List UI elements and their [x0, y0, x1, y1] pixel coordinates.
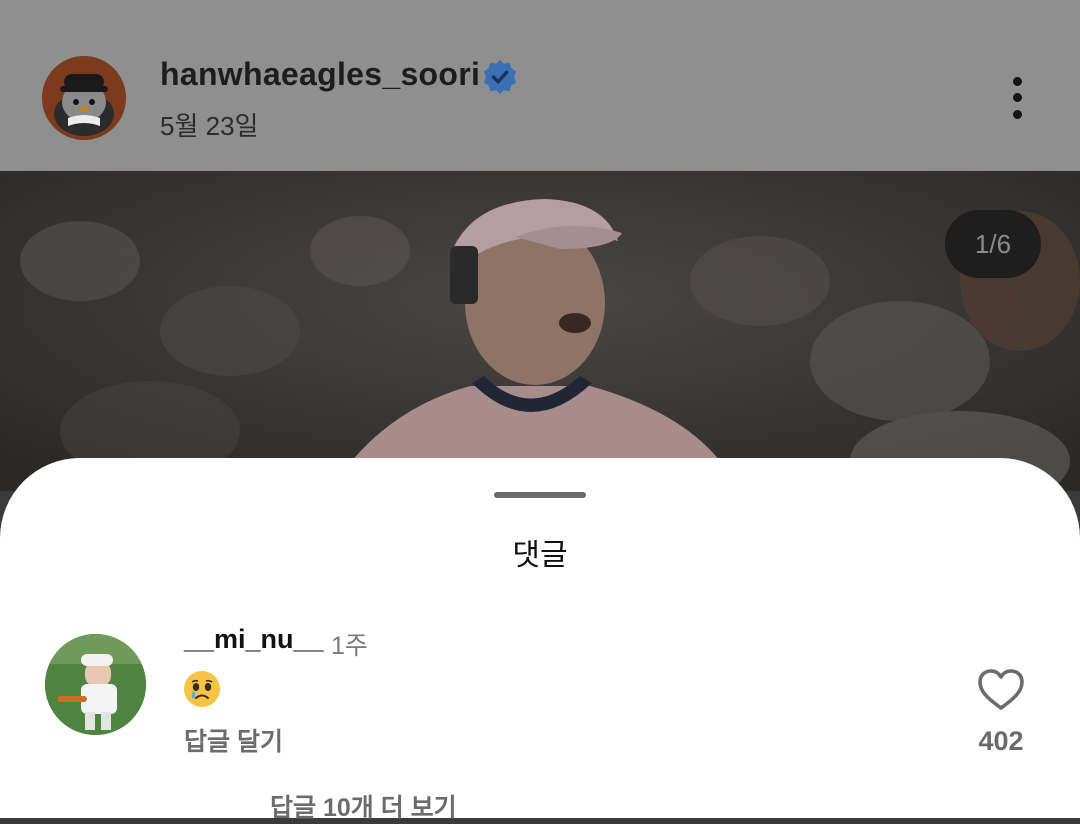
post-photo[interactable] — [0, 171, 1080, 491]
like-count: 402 — [978, 726, 1024, 756]
post-date: 5월 23일 — [160, 111, 259, 141]
comments-sheet: 댓글 __mi_nu__ 1주 답글 달기 402 답글 10개 더 보기 — [0, 458, 1080, 822]
image-counter: 1/6 — [945, 210, 1041, 278]
drag-handle[interactable] — [494, 492, 586, 498]
reply-button[interactable]: 답글 달기 — [184, 722, 283, 758]
profile-avatar[interactable] — [42, 56, 126, 140]
comment-time: 1주 — [331, 632, 368, 660]
commenter-avatar[interactable] — [45, 634, 146, 735]
post-header: hanwhaeagles_soori 5월 23일 — [0, 0, 1080, 171]
view-more-replies[interactable]: 답글 10개 더 보기 — [270, 788, 457, 824]
verified-badge-icon — [483, 59, 517, 95]
post-username[interactable]: hanwhaeagles_soori — [160, 56, 480, 93]
comment-username[interactable]: __mi_nu__ — [184, 624, 324, 655]
crying-face-emoji — [184, 671, 220, 707]
heart-outline-icon[interactable] — [977, 668, 1025, 712]
more-vertical-icon[interactable] — [1000, 72, 1036, 124]
sheet-title: 댓글 — [512, 539, 568, 572]
